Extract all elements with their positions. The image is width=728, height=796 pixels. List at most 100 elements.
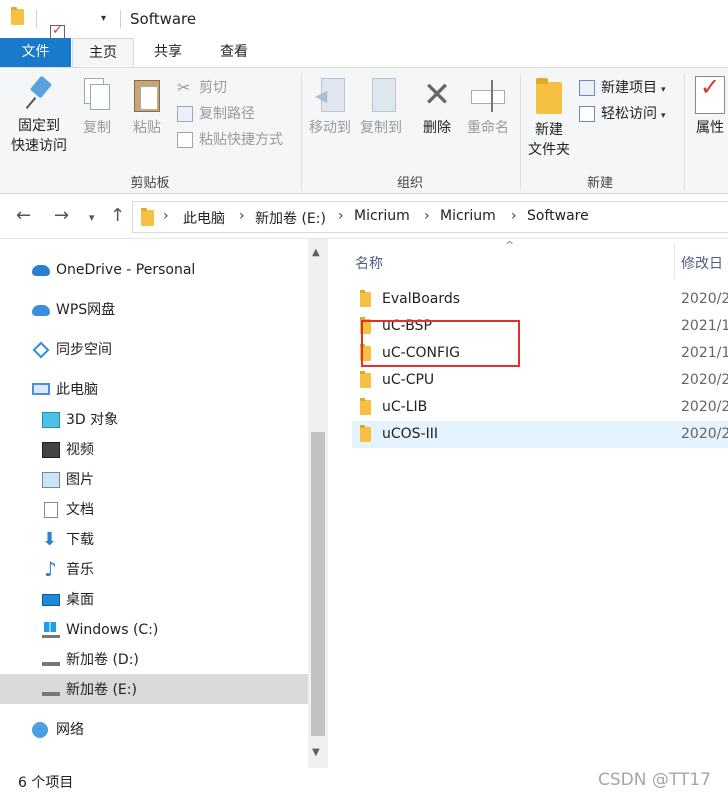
recent-locations-chevron-icon[interactable]: ▾ bbox=[89, 211, 95, 224]
copy-path-icon bbox=[177, 106, 193, 122]
easy-access-button[interactable]: 轻松访问 ▾ bbox=[579, 103, 666, 125]
copy-button[interactable]: 复制 bbox=[76, 76, 118, 138]
3d-objects-icon bbox=[42, 412, 60, 428]
chevron-down-icon: ▾ bbox=[661, 85, 666, 95]
sidebar-item-label: 新加卷 (E:) bbox=[66, 682, 137, 698]
customize-quick-access-icon[interactable]: ▾ bbox=[101, 13, 106, 24]
sync-space-icon bbox=[32, 341, 50, 359]
new-item-button[interactable]: 新建项目 ▾ bbox=[579, 77, 666, 99]
breadcrumb-micrium-sub[interactable]: Micrium bbox=[440, 208, 496, 224]
ribbon-tabs: 文件 主页 共享 查看 bbox=[0, 38, 728, 68]
sidebar-item-label: Windows (C:) bbox=[66, 622, 159, 638]
sort-ascending-icon: ^ bbox=[505, 239, 515, 252]
file-date: 2021/1 bbox=[681, 318, 728, 334]
back-arrow-icon[interactable]: ← bbox=[16, 205, 31, 226]
sidebar-item-label: 视频 bbox=[66, 442, 94, 458]
sidebar-item-label: WPS网盘 bbox=[56, 302, 116, 318]
folder-icon bbox=[360, 290, 371, 307]
ribbon: 固定到 快速访问 复制 粘贴 剪切 复制路径 粘贴快捷方式 剪贴板 移动到 复制… bbox=[0, 67, 728, 194]
rename-label: 重命名 bbox=[467, 120, 509, 136]
wps-cloud-icon bbox=[32, 305, 50, 316]
delete-button[interactable]: ✕ 删除 bbox=[416, 76, 458, 138]
column-divider[interactable] bbox=[674, 245, 675, 279]
up-arrow-icon[interactable]: ↑ bbox=[110, 205, 125, 226]
divider bbox=[36, 10, 37, 28]
column-header-name[interactable]: 名称 bbox=[355, 253, 383, 273]
paste-button[interactable]: 粘贴 bbox=[126, 76, 168, 138]
paste-shortcut-button[interactable]: 粘贴快捷方式 bbox=[177, 129, 283, 151]
scroll-down-icon[interactable]: ▼ bbox=[312, 747, 320, 758]
tab-share[interactable]: 共享 bbox=[140, 38, 196, 67]
file-row-evalboards[interactable]: EvalBoards 2020/2 bbox=[352, 286, 728, 313]
file-row-uc-config[interactable]: uC-CONFIG 2021/1 bbox=[352, 340, 728, 367]
file-row-uc-lib[interactable]: uC-LIB 2020/2 bbox=[352, 394, 728, 421]
folder-icon bbox=[11, 7, 24, 25]
pictures-icon bbox=[42, 472, 60, 488]
music-icon bbox=[42, 554, 60, 584]
copy-label: 复制 bbox=[83, 120, 111, 136]
nav-pane-scrollbar[interactable]: ▲ ▼ bbox=[308, 239, 328, 768]
move-to-label: 移动到 bbox=[309, 120, 351, 136]
rename-button[interactable]: 重命名 bbox=[462, 76, 514, 138]
paste-icon bbox=[132, 76, 162, 114]
divider bbox=[520, 74, 521, 190]
status-bar: 6 个项目 CSDN @TT17 bbox=[0, 768, 728, 796]
breadcrumb-software[interactable]: Software bbox=[527, 208, 589, 224]
breadcrumb-separator: › bbox=[239, 208, 245, 224]
file-name: uCOS-III bbox=[382, 426, 438, 442]
easy-access-icon bbox=[579, 106, 595, 122]
file-row-uc-bsp[interactable]: uC-BSP 2021/1 bbox=[352, 313, 728, 340]
this-pc-icon bbox=[32, 383, 50, 395]
properties-button[interactable]: 属性 bbox=[692, 76, 728, 138]
documents-icon bbox=[44, 502, 58, 518]
copy-icon bbox=[82, 76, 112, 114]
file-list: ^ 名称 修改日 EvalBoards 2020/2 uC-BSP 2021/1… bbox=[328, 239, 728, 768]
scrollbar-thumb[interactable] bbox=[311, 432, 325, 736]
new-folder-label-2: 文件夹 bbox=[528, 142, 570, 158]
watermark: CSDN @TT17 bbox=[598, 770, 711, 790]
new-folder-label-1: 新建 bbox=[535, 122, 563, 138]
pin-to-quick-access-button[interactable]: 固定到 快速访问 bbox=[8, 76, 70, 156]
new-folder-icon bbox=[534, 76, 564, 116]
folder-icon bbox=[360, 398, 371, 415]
copy-to-button[interactable]: 复制到 bbox=[356, 76, 406, 138]
sidebar-item-label: OneDrive - Personal bbox=[56, 262, 196, 278]
breadcrumb-micrium[interactable]: Micrium bbox=[354, 208, 410, 224]
folder-icon bbox=[360, 425, 371, 442]
sidebar-item-label: 图片 bbox=[66, 472, 94, 488]
cut-button[interactable]: 剪切 bbox=[177, 77, 227, 99]
new-folder-button[interactable]: 新建 文件夹 bbox=[524, 76, 574, 160]
tab-home[interactable]: 主页 bbox=[72, 38, 134, 68]
new-item-icon bbox=[579, 80, 595, 96]
clipboard-group-label: 剪贴板 bbox=[130, 176, 170, 191]
column-header-modified[interactable]: 修改日 bbox=[681, 253, 723, 273]
scroll-up-icon[interactable]: ▲ bbox=[312, 247, 320, 258]
navigation-bar: ← → ▾ ↑ › 此电脑 › 新加卷 (E:) › Micrium › Mic… bbox=[0, 195, 728, 239]
forward-arrow-icon[interactable]: → bbox=[54, 205, 69, 226]
new-group-label: 新建 bbox=[586, 176, 613, 191]
divider bbox=[301, 74, 302, 190]
drive-icon bbox=[42, 656, 60, 666]
tab-file[interactable]: 文件 bbox=[0, 38, 71, 67]
file-row-ucos-iii[interactable]: uCOS-III 2020/2 bbox=[352, 421, 728, 448]
scissors-icon bbox=[177, 77, 193, 99]
sidebar-item-label: 文档 bbox=[66, 502, 94, 518]
sidebar-item-label: 桌面 bbox=[66, 592, 94, 608]
file-row-uc-cpu[interactable]: uC-CPU 2020/2 bbox=[352, 367, 728, 394]
copy-path-button[interactable]: 复制路径 bbox=[177, 103, 255, 125]
file-date: 2020/2 bbox=[681, 426, 728, 442]
tab-view[interactable]: 查看 bbox=[206, 38, 262, 67]
sidebar-item-label: 下载 bbox=[66, 532, 94, 548]
desktop-icon bbox=[42, 594, 60, 606]
file-name: uC-BSP bbox=[382, 318, 432, 334]
move-to-button[interactable]: 移动到 bbox=[305, 76, 355, 138]
address-bar[interactable]: › 此电脑 › 新加卷 (E:) › Micrium › Micrium › S… bbox=[132, 201, 728, 233]
breadcrumb-drive-e[interactable]: 新加卷 (E:) bbox=[255, 208, 326, 228]
organize-group-label: 组织 bbox=[396, 176, 423, 191]
network-icon bbox=[32, 722, 48, 738]
breadcrumb-this-pc[interactable]: 此电脑 bbox=[183, 208, 225, 228]
pin-icon bbox=[24, 76, 54, 112]
file-name: uC-CONFIG bbox=[382, 345, 460, 361]
file-date: 2020/2 bbox=[681, 372, 728, 388]
properties-icon bbox=[695, 76, 725, 114]
